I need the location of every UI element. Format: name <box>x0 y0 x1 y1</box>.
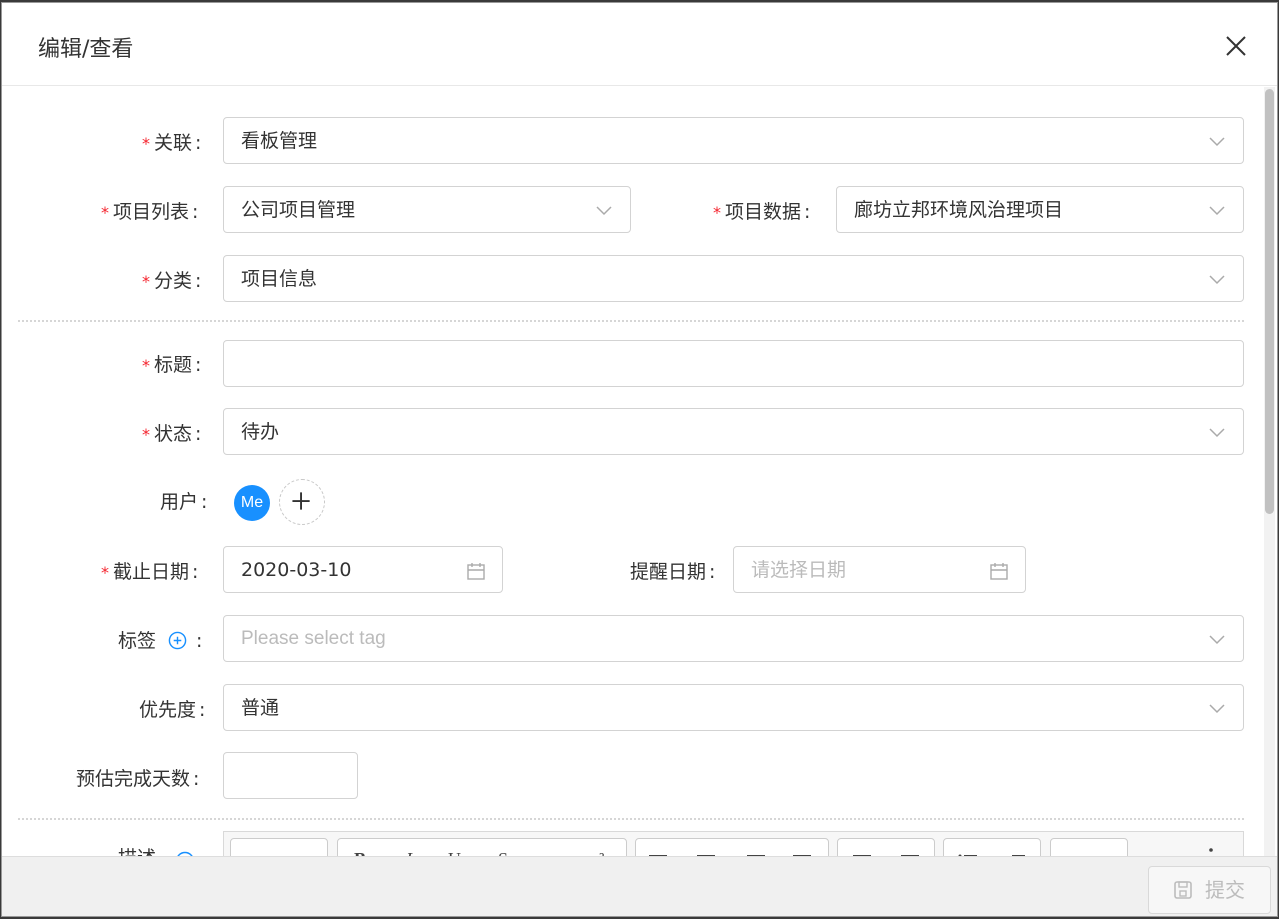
tags-label: 标签 : <box>118 630 203 652</box>
section-divider <box>18 818 1244 820</box>
add-tag-icon[interactable] <box>168 631 187 650</box>
category-value: 项目信息 <box>241 268 318 290</box>
plus-icon <box>292 492 310 510</box>
status-value: 待办 <box>241 421 280 443</box>
edit-dialog: 编辑/查看 * 关联: 看板管理 * 项目列表: 公司项目管理 * 项目数据: 廊坊立… <box>1 2 1278 917</box>
chevron-down-icon <box>596 206 612 216</box>
calendar-icon <box>990 563 1008 580</box>
priority-value: 普通 <box>241 697 280 719</box>
avatar[interactable]: Me <box>234 485 270 521</box>
submit-label: 提交 <box>1205 878 1245 902</box>
category-select[interactable]: 项目信息 <box>223 255 1244 302</box>
tags-placeholder: Please select tag <box>241 628 386 649</box>
deadline-date-picker[interactable]: 2020-03-10 <box>223 546 503 593</box>
calendar-icon <box>467 563 485 580</box>
status-select[interactable]: 待办 <box>223 408 1244 455</box>
association-select[interactable]: 看板管理 <box>223 117 1244 164</box>
association-label: * 关联: <box>142 132 202 154</box>
priority-label: 优先度: <box>139 699 206 721</box>
project-list-select[interactable]: 公司项目管理 <box>223 186 631 233</box>
status-label: * 状态: <box>142 423 202 445</box>
chevron-down-icon <box>1209 704 1225 714</box>
project-list-value: 公司项目管理 <box>241 199 356 221</box>
association-value: 看板管理 <box>241 130 318 152</box>
project-data-value: 廊坊立邦环境风治理项目 <box>854 199 1064 221</box>
title-input[interactable] <box>223 340 1244 387</box>
priority-select[interactable]: 普通 <box>223 684 1244 731</box>
reminder-placeholder: 请选择日期 <box>751 559 847 581</box>
deadline-label: * 截止日期: <box>101 561 199 583</box>
project-data-select[interactable]: 廊坊立邦环境风治理项目 <box>836 186 1244 233</box>
users-label: 用户: <box>160 491 208 513</box>
chevron-down-icon <box>1209 137 1225 147</box>
deadline-value: 2020-03-10 <box>241 559 352 581</box>
category-label: * 分类: <box>142 270 202 292</box>
dialog-footer: 提交 <box>2 856 1277 916</box>
scrollbar[interactable] <box>1264 87 1275 856</box>
chevron-down-icon <box>1209 206 1225 216</box>
estimated-days-input[interactable] <box>223 752 358 799</box>
add-user-button[interactable] <box>279 479 325 525</box>
close-icon[interactable] <box>1225 35 1247 57</box>
chevron-down-icon <box>1209 275 1225 285</box>
scrollbar-thumb[interactable] <box>1265 89 1274 514</box>
chevron-down-icon <box>1209 428 1225 438</box>
save-icon <box>1174 881 1192 899</box>
reminder-label: 提醒日期: <box>630 561 716 583</box>
project-list-label: * 项目列表: <box>101 201 199 223</box>
estimated-days-label: 预估完成天数: <box>76 768 200 790</box>
title-label: * 标题: <box>142 354 202 376</box>
tags-select[interactable]: Please select tag <box>223 615 1244 662</box>
project-data-label: * 项目数据: <box>713 201 811 223</box>
dialog-title: 编辑/查看 <box>38 37 134 62</box>
dialog-header: 编辑/查看 <box>2 3 1277 86</box>
section-divider <box>18 320 1244 322</box>
chevron-down-icon <box>1209 635 1225 645</box>
reminder-date-picker[interactable]: 请选择日期 <box>733 546 1026 593</box>
submit-button[interactable]: 提交 <box>1148 866 1271 914</box>
